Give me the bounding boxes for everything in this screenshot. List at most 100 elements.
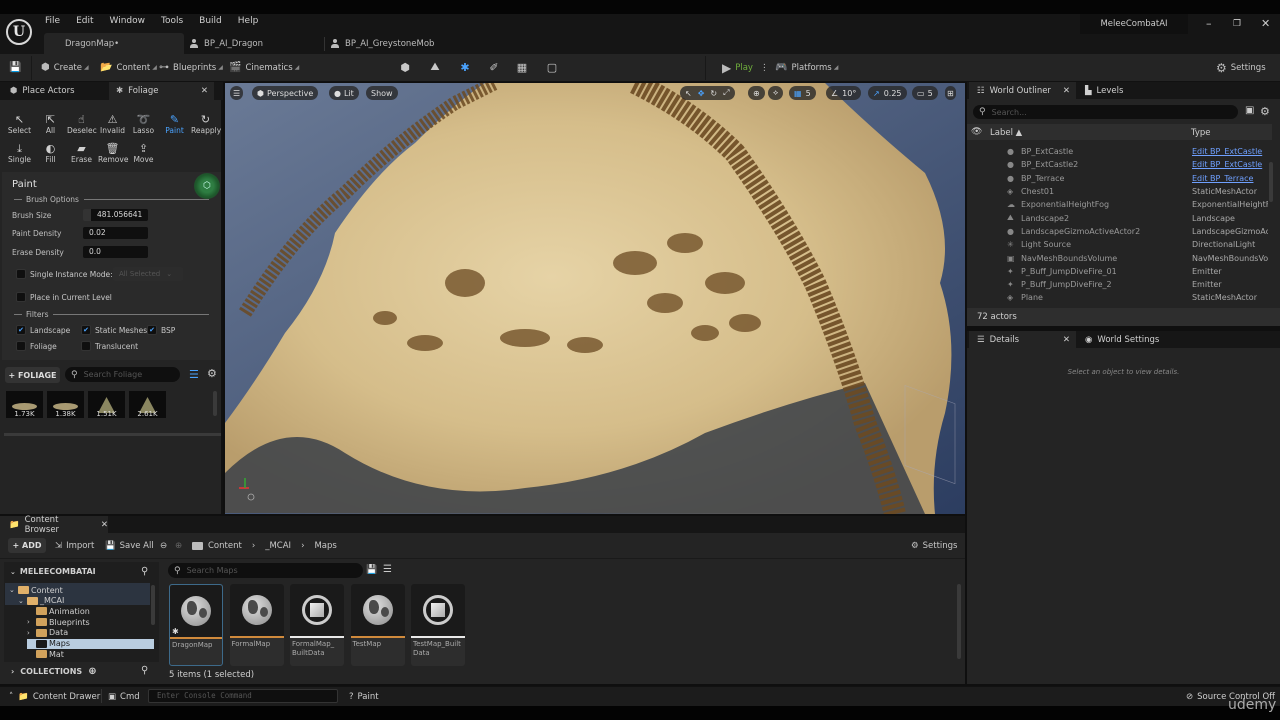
close-window-button[interactable]: ✕ [1261, 17, 1270, 30]
cmd-button[interactable]: ▣ Cmd [108, 690, 140, 704]
foliage-list-scrollbar[interactable] [213, 391, 217, 416]
filter-translucent-checkbox[interactable] [81, 341, 91, 351]
scale-snap-button[interactable]: ↗ 0.25 [868, 86, 907, 100]
foliage-tool-invalid[interactable]: ⚠ Invalid [98, 113, 127, 135]
close-tab-icon[interactable]: ✕ [1063, 335, 1070, 345]
add-collection-icon[interactable]: ⊕ [88, 666, 96, 677]
platforms-button[interactable]: 🎮 Platforms ◢ [775, 59, 838, 76]
doc-tab-dragonmap[interactable]: DragonMap• [44, 33, 184, 54]
single-instance-mode-select[interactable]: All Selected ⌄ [113, 267, 183, 281]
create-button[interactable]: ⬢ Create ◢ [41, 59, 89, 76]
brush-edit-mode-icon[interactable]: ▢ [544, 59, 560, 75]
blueprints-button[interactable]: ⊶ Blueprints ◢ [159, 59, 223, 76]
cinematics-button[interactable]: 🎬 Cinematics ◢ [229, 59, 299, 76]
grid-snap-button[interactable]: ▦ 5 [789, 86, 816, 100]
tab-world-outliner[interactable]: ☷ World Outliner ✕ [969, 82, 1076, 99]
mesh-paint-mode-icon[interactable]: ✐ [486, 59, 502, 75]
play-button[interactable]: ▶ Play [722, 59, 753, 76]
surface-snap-toggle[interactable]: ⟡ [768, 86, 784, 100]
asset-grid-scrollbar[interactable] [957, 584, 961, 659]
add-folder-icon[interactable]: ▣ [1245, 105, 1254, 116]
asset-tile[interactable]: FormalMap [229, 584, 284, 666]
foliage-tool-reapply[interactable]: ↻ Reapply [191, 113, 221, 135]
foliage-type-item[interactable]: 2.61K [129, 391, 166, 418]
gear-icon[interactable]: ⚙ [1260, 105, 1270, 118]
save-search-icon[interactable]: 💾 [366, 565, 377, 575]
foliage-tool-paint[interactable]: ✎ Paint [160, 113, 189, 135]
tab-place-actors[interactable]: ⬢ Place Actors [3, 82, 108, 100]
chevron-right-icon[interactable]: › [27, 618, 36, 626]
close-tab-icon[interactable]: ✕ [101, 520, 108, 530]
foliage-tool-move[interactable]: ⇪ Move [129, 142, 158, 164]
foliage-mode-icon[interactable]: ✱ [457, 59, 473, 75]
erase-density-input[interactable]: 0.0 [83, 246, 148, 258]
landscape-mode-icon[interactable]: ⛰ [427, 59, 443, 75]
outliner-row[interactable]: ☁ ExponentialHeightFog ExponentialHeightFo… [967, 198, 1272, 211]
tab-world-settings[interactable]: ◉ World Settings [1077, 331, 1177, 348]
tree-folder-data[interactable]: › Data [27, 628, 68, 638]
select-tool-icon[interactable]: ↖ [685, 89, 692, 98]
forward-button[interactable]: ⊕ [175, 540, 182, 552]
tree-folder-content[interactable]: ⌄ Content [9, 585, 63, 595]
save-all-button[interactable]: 💾 Save All [105, 540, 154, 552]
menu-build[interactable]: Build [199, 16, 222, 26]
settings-button[interactable]: ⚙ Settings [1216, 59, 1266, 76]
chevron-right-icon[interactable]: › [27, 629, 36, 637]
search-maps-input[interactable]: ⚲ Search Maps [168, 563, 363, 578]
foliage-tool-all[interactable]: ⇱ All [36, 113, 65, 135]
foliage-tool-select[interactable]: ↖ Select [5, 113, 34, 135]
show-button[interactable]: Show [366, 86, 398, 100]
menu-window[interactable]: Window [110, 16, 146, 26]
foliage-type-item[interactable]: 1.51K [88, 391, 125, 418]
lit-button[interactable]: ● Lit [329, 86, 359, 100]
filter-bsp-checkbox[interactable]: ✔ [147, 325, 157, 335]
cb-settings-button[interactable]: ⚙ Settings [911, 540, 958, 552]
viewport-layout-button[interactable]: ⊞ [945, 86, 956, 100]
search-icon[interactable]: ⚲ [141, 665, 148, 676]
column-label-header[interactable]: Label ▲ [990, 128, 1022, 138]
add-button[interactable]: + ADD [8, 538, 46, 553]
chevron-down-icon[interactable]: ⌄ [9, 586, 18, 594]
restore-button[interactable]: ❐ [1233, 19, 1241, 29]
search-foliage-input[interactable]: ⚲ Search Foliage [65, 367, 180, 382]
fracture-mode-icon[interactable]: ▦ [514, 59, 530, 75]
viewport-menu-button[interactable]: ☰ [230, 86, 244, 100]
foliage-tool-deselec[interactable]: ☝ Deselec [67, 113, 97, 135]
foliage-tool-remove[interactable]: 🗑 Remove [98, 142, 128, 164]
panel-splitter[interactable] [4, 433, 221, 436]
foliage-type-item[interactable]: 1.73K [6, 391, 43, 418]
asset-tile[interactable]: ✱ DragonMap [169, 584, 223, 666]
console-command-input[interactable]: Enter Console Command [148, 689, 338, 703]
filter-static-meshes-checkbox[interactable]: ✔ [81, 325, 91, 335]
menu-edit[interactable]: Edit [76, 16, 93, 26]
brush-size-input[interactable]: 481.056641 [83, 209, 148, 221]
filter-icon[interactable]: ☰ [383, 564, 392, 575]
minimize-button[interactable]: – [1206, 17, 1212, 30]
breadcrumb-content[interactable]: Content [208, 541, 242, 551]
foliage-tool-fill[interactable]: ◐ Fill [36, 142, 65, 164]
unreal-logo-icon[interactable]: U [6, 19, 32, 45]
outliner-row[interactable]: ◈ Chest01 StaticMeshActor [967, 185, 1272, 198]
edit-blueprint-link[interactable]: Edit BP_ExtCastle [1192, 160, 1268, 169]
foliage-type-item[interactable]: 1.38K [47, 391, 84, 418]
outliner-row[interactable]: ● LandscapeGizmoActiveActor2 LandscapeGizm… [967, 225, 1272, 238]
close-tab-icon[interactable]: ✕ [201, 86, 208, 96]
menu-tools[interactable]: Tools [161, 16, 183, 26]
outliner-row[interactable]: ✦ P_Buff_JumpDiveFire_01 Emitter [967, 265, 1272, 278]
foliage-tool-single[interactable]: ⤓ Single [5, 142, 34, 164]
scale-tool-icon[interactable]: ⤢ [723, 88, 729, 98]
filter-settings-icon[interactable]: ☰ [189, 368, 199, 381]
menu-file[interactable]: File [45, 16, 60, 26]
tree-folder-mat[interactable]: Mat [27, 649, 64, 659]
tree-folder-maps[interactable]: Maps [27, 638, 154, 649]
tab-details[interactable]: ☰ Details ✕ [969, 331, 1076, 348]
edit-blueprint-link[interactable]: Edit BP_ExtCastle [1192, 147, 1268, 156]
outliner-row[interactable]: ✦ P_Buff_JumpDiveFire_2 Emitter [967, 278, 1272, 291]
asset-tile[interactable]: TestMap [350, 584, 405, 666]
foliage-tool-erase[interactable]: ▰ Erase [67, 142, 96, 164]
translate-tool-icon[interactable]: ✥ [698, 89, 705, 98]
outliner-row[interactable]: ● BP_Terrace Edit BP_Terrace [967, 172, 1272, 185]
tab-content-browser[interactable]: 📁 Content Browser ✕ [0, 515, 108, 535]
edit-blueprint-link[interactable]: Edit BP_Terrace [1192, 174, 1268, 183]
add-foliage-button[interactable]: + FOLIAGE [5, 367, 60, 383]
